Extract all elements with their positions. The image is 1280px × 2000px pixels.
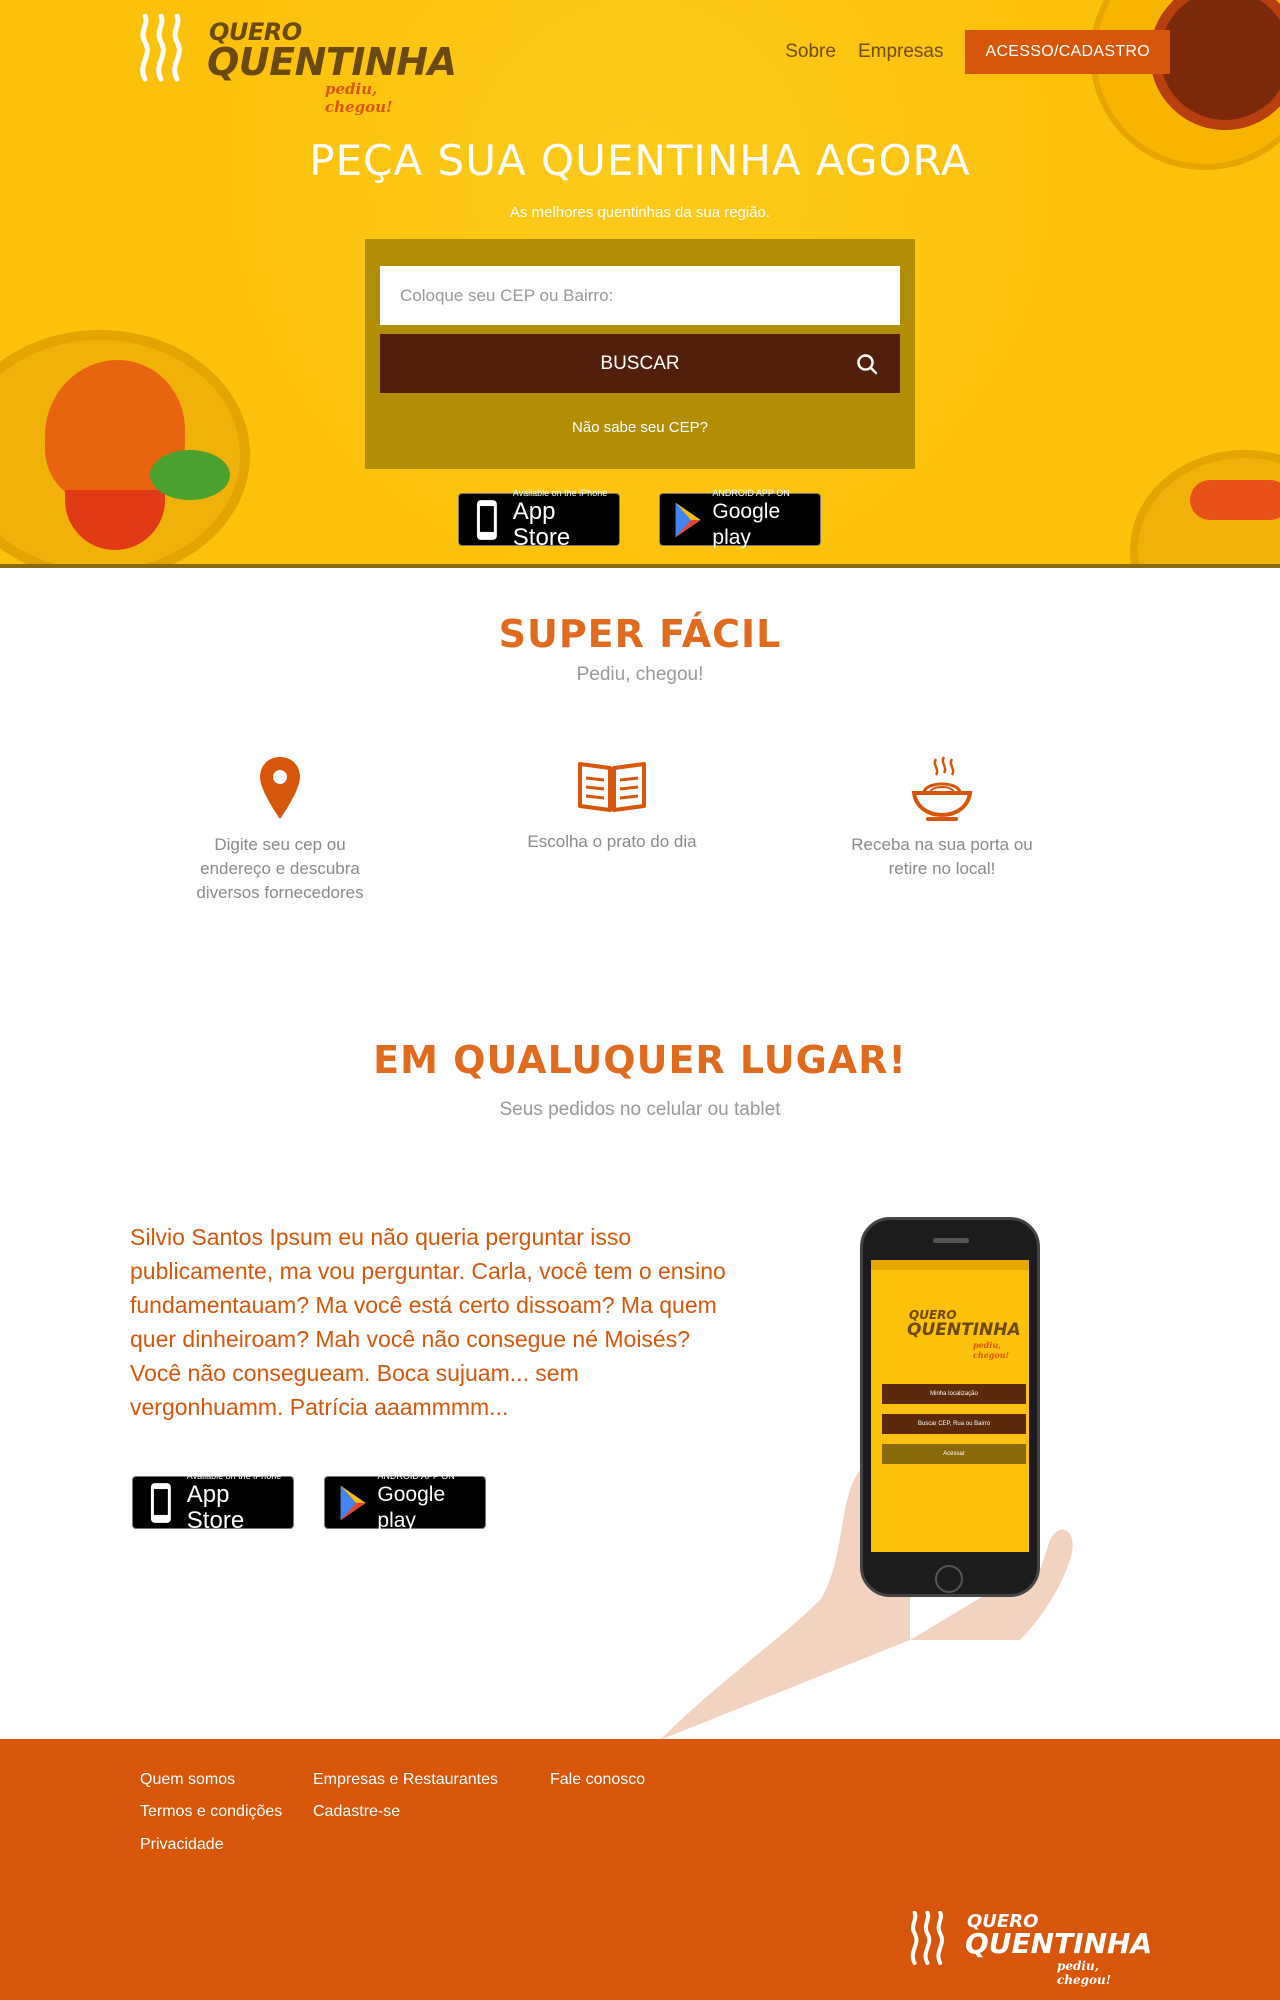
search-button-label: BUSCAR [600,353,680,374]
menu-book-icon [578,762,646,812]
iphone-icon [476,499,497,540]
phone-location-row: Minha localização [882,1384,1026,1404]
phone-screen: QUERO QUENTINHA pediu, chegou! Minha loc… [871,1260,1029,1552]
google-play-badge[interactable]: ANDROID APP ON Google play [659,488,821,549]
hero-subtitle: As melhores quentinhas da sua região. [509,204,771,221]
footer: Quem somos Termos e condições Privacidad… [0,1739,1280,2000]
phone-mockup: QUERO QUENTINHA pediu, chegou! Minha loc… [860,1217,1040,1597]
steam-icon [140,14,182,82]
google-play-small-text: ANDROID APP ON [712,488,790,498]
search-icon [857,354,878,375]
hero-title: Peça sua quentinha agora [309,136,971,185]
easy-section-title: Super fácil [498,612,782,656]
cep-search-input[interactable] [380,266,900,325]
app-store-badge-2[interactable]: Available on the iPhone App Store [132,1471,294,1534]
brand-logo[interactable]: QUERO QUENTINHA pediu, chegou! [135,14,457,116]
iphone-icon [150,1482,171,1523]
search-panel: BUSCAR Não sabe seu CEP? [365,239,915,469]
feature-find-suppliers: Digite seu cep ou endereço e descubra di… [180,755,380,905]
feature-label: Digite seu cep ou endereço e descubra di… [196,835,364,902]
access-signup-button[interactable]: ACESSO/CADASTRO [965,30,1170,74]
phone-logo-tagline: pediu, chegou! [973,1340,1010,1360]
feature-label: Escolha o prato do dia [527,832,697,851]
footer-link-fale-conosco[interactable]: Fale conosco [550,1771,645,1789]
location-pin-icon [260,757,300,819]
footer-link-privacidade[interactable]: Privacidade [140,1836,224,1854]
google-play-big-text: Google play [377,1483,446,1532]
easy-section-subtitle: Pediu, chegou! [576,664,704,685]
footer-link-empresas[interactable]: Empresas e Restaurantes [313,1771,498,1789]
footer-link-cadastre[interactable]: Cadastre-se [313,1803,400,1821]
app-store-big-text: App Store [186,1481,245,1534]
app-store-big-text: App Store [512,498,571,551]
feature-delivery: Receba na sua porta ou retire no local! [842,755,1042,881]
google-play-icon [340,1485,366,1520]
feature-label: Receba na sua porta ou retire no local! [851,835,1033,878]
app-store-badge[interactable]: Available on the iPhone App Store [458,488,620,551]
anywhere-section-subtitle: Seus pedidos no celular ou tablet [499,1099,781,1120]
footer-link-termos[interactable]: Termos e condições [140,1803,282,1821]
logo-tagline: pediu, chegou! [325,80,393,116]
phone-search-row: Buscar CEP, Rua ou Bairro [882,1414,1026,1434]
hero-section: QUERO QUENTINHA pediu, chegou! Sobre Emp… [0,0,1280,568]
footer-brand-logo[interactable]: QUERO QUENTINHA pediu, chegou! [905,1911,1152,1991]
food-bowl-icon [911,756,973,821]
phone-home-button [935,1565,963,1593]
top-nav: Sobre Empresas ACESSO/CADASTRO [785,30,1170,74]
anywhere-section-title: Em qualuquer lugar! [373,1038,907,1082]
unknown-cep-link[interactable]: Não sabe seu CEP? [365,419,915,436]
phone-speaker [933,1238,969,1243]
search-button[interactable]: BUSCAR [380,334,900,393]
footer-logo-line2: QUENTINHA [965,1927,1153,1960]
phone-access-row: Acessar [882,1444,1026,1464]
steam-icon [910,1911,944,1965]
logo-line2: QUENTINHA [207,40,457,84]
google-play-big-text: Google play [712,500,781,549]
nav-link-empresas[interactable]: Empresas [858,41,944,63]
footer-logo-tagline: pediu, chegou! [1057,1959,1112,1987]
phone-logo-line2: QUENTINHA [907,1320,1021,1340]
nav-link-sobre[interactable]: Sobre [785,41,836,63]
feature-choose-dish: Escolha o prato do dia [512,752,712,854]
google-play-small-text: ANDROID APP ON [377,1471,455,1481]
anywhere-body-text: Silvio Santos Ipsum eu não queria pergun… [130,1224,726,1420]
phone-status-bar [871,1260,1029,1270]
google-play-badge-2[interactable]: ANDROID APP ON Google play [324,1471,486,1532]
footer-link-quem-somos[interactable]: Quem somos [140,1771,235,1789]
google-play-icon [675,502,701,537]
